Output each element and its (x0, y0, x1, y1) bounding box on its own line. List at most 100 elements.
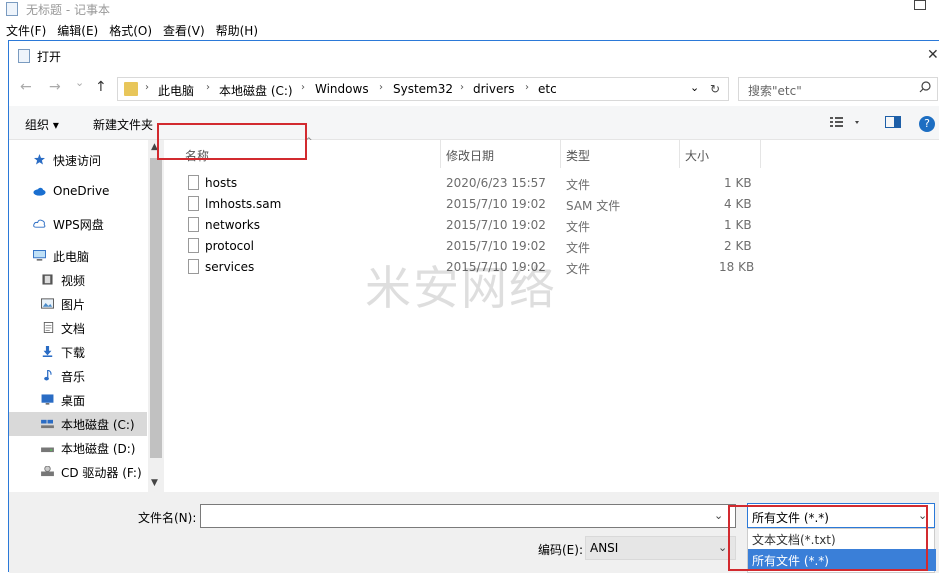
chevron-right-icon: › (301, 82, 305, 93)
file-icon (188, 217, 199, 232)
breadcrumb-this-pc[interactable]: 此电脑 (158, 82, 194, 99)
file-name: protocol (205, 239, 254, 253)
search-box[interactable]: 搜索"etc" (738, 77, 938, 101)
chevron-right-icon: › (206, 82, 210, 93)
sidebar-item-local-disk-d[interactable]: 本地磁盘 (D:) (9, 436, 147, 460)
sidebar-item-this-pc[interactable]: 此电脑 (9, 244, 147, 268)
column-divider[interactable] (679, 140, 680, 168)
close-icon[interactable]: ✕ (927, 47, 939, 63)
file-name: lmhosts.sam (205, 197, 282, 211)
preview-pane-icon[interactable] (885, 115, 901, 132)
file-date: 2020/6/23 15:57 (446, 176, 546, 190)
file-icon (188, 196, 199, 211)
breadcrumb-etc[interactable]: etc (538, 82, 557, 96)
sidebar-item-label: 下载 (61, 346, 86, 360)
view-options-icon[interactable] (829, 115, 863, 132)
address-bar[interactable]: › 此电脑 › 本地磁盘 (C:) › Windows › System32 ›… (117, 77, 729, 101)
file-row-networks[interactable]: networks 2015/7/10 19:02 文件 1 KB (164, 215, 939, 236)
file-size: 4 KB (724, 197, 752, 211)
sidebar-item-quick-access[interactable]: 快速访问 (9, 148, 147, 172)
forward-arrow-icon[interactable]: → (49, 79, 61, 95)
breadcrumb-drivers[interactable]: drivers (473, 82, 515, 96)
sidebar-item-videos[interactable]: 视频 (9, 268, 147, 292)
recent-locations-icon[interactable]: ⌄ (75, 76, 84, 89)
refresh-icon[interactable]: ↻ (710, 82, 720, 96)
breadcrumb-local-disk-c[interactable]: 本地磁盘 (C:) (219, 82, 293, 99)
menu-format[interactable]: 格式(O) (103, 20, 157, 40)
sidebar-item-label: 此电脑 (53, 250, 90, 264)
organize-button[interactable]: 组织 ▾ (25, 116, 59, 133)
sidebar-item-label: 本地磁盘 (D:) (61, 442, 136, 456)
file-size: 18 KB (719, 260, 755, 274)
column-divider[interactable] (560, 140, 561, 168)
notepad-title-bar: 无标题 - 记事本 (0, 0, 939, 20)
encoding-select[interactable]: ANSI ⌄ (585, 536, 736, 560)
star-icon (34, 154, 45, 165)
address-dropdown-icon[interactable]: ⌄ (690, 81, 699, 94)
filename-label: 文件名(N): (138, 511, 197, 525)
file-row-hosts[interactable]: hosts 2020/6/23 15:57 文件 1 KB (164, 173, 939, 194)
desktop-icon (41, 394, 54, 405)
cloud-outline-icon (33, 219, 46, 228)
file-icon (188, 175, 199, 190)
sidebar-item-label: WPS网盘 (53, 218, 104, 232)
up-arrow-icon[interactable]: ↑ (95, 79, 107, 95)
file-date: 2015/7/10 19:02 (446, 239, 546, 253)
menu-edit[interactable]: 编辑(E) (51, 20, 103, 40)
notepad-icon (18, 49, 30, 63)
breadcrumb-system32[interactable]: System32 (393, 82, 453, 96)
download-icon (42, 346, 53, 357)
document-icon (43, 322, 54, 333)
cloud-icon (33, 187, 46, 196)
filename-input[interactable]: ⌄ (200, 504, 736, 528)
breadcrumb-windows[interactable]: Windows (315, 82, 369, 96)
sidebar-item-label: 本地磁盘 (C:) (61, 418, 135, 432)
column-divider[interactable] (760, 140, 761, 168)
chevron-down-icon[interactable]: ⌄ (718, 541, 727, 554)
menu-view[interactable]: 查看(V) (157, 20, 210, 40)
scroll-down-icon[interactable]: ▼ (151, 478, 158, 488)
sidebar-item-label: 桌面 (61, 394, 86, 408)
dialog-title-bar: 打开 ✕ (9, 41, 939, 71)
column-divider[interactable] (440, 140, 441, 168)
chevron-right-icon: › (525, 82, 529, 93)
back-arrow-icon[interactable]: ← (20, 79, 32, 95)
command-toolbar: 组织 ▾ 新建文件夹 ? (9, 106, 939, 140)
drive-icon (41, 447, 54, 453)
sidebar-item-music[interactable]: 音乐 (9, 364, 147, 388)
sidebar-item-wps-drive[interactable]: WPS网盘 (9, 212, 147, 236)
notepad-icon (6, 2, 18, 16)
music-icon (44, 370, 52, 381)
sidebar-item-downloads[interactable]: 下载 (9, 340, 147, 364)
column-header-date[interactable]: 修改日期 (446, 147, 494, 164)
cd-drive-icon (41, 466, 54, 477)
new-folder-button[interactable]: 新建文件夹 (93, 116, 153, 133)
scrollbar-thumb[interactable] (150, 158, 162, 458)
file-name: hosts (205, 176, 238, 190)
chevron-right-icon: › (460, 82, 464, 93)
sidebar-item-documents[interactable]: 文档 (9, 316, 147, 340)
chevron-down-icon[interactable]: ⌄ (714, 509, 723, 522)
navigation-bar: ← → ⌄ ↑ › 此电脑 › 本地磁盘 (C:) › Windows › Sy… (9, 71, 939, 106)
column-header-type[interactable]: 类型 (566, 147, 590, 164)
search-icon[interactable] (919, 81, 931, 96)
maximize-icon[interactable] (914, 0, 926, 10)
notepad-menu-bar: 文件(F) 编辑(E) 格式(O) 查看(V) 帮助(H) (0, 20, 939, 40)
sidebar-item-onedrive[interactable]: OneDrive (9, 180, 147, 204)
sidebar-item-cd-drive-f[interactable]: CD 驱动器 (F:) (9, 460, 147, 484)
video-icon (42, 274, 53, 285)
sidebar-scrollbar[interactable]: ▲ ▼ (148, 140, 164, 492)
file-icon (188, 259, 199, 274)
column-header-size[interactable]: 大小 (685, 147, 709, 164)
menu-help[interactable]: 帮助(H) (210, 20, 263, 40)
help-icon[interactable]: ? (919, 116, 935, 132)
menu-file[interactable]: 文件(F) (0, 20, 51, 40)
sidebar-item-pictures[interactable]: 图片 (9, 292, 147, 316)
sidebar-item-desktop[interactable]: 桌面 (9, 388, 147, 412)
sidebar-item-label: 文档 (61, 322, 86, 336)
file-row-lmhosts[interactable]: lmhosts.sam 2015/7/10 19:02 SAM 文件 4 KB (164, 194, 939, 215)
drive-icon (41, 419, 54, 429)
sidebar-item-local-disk-c[interactable]: 本地磁盘 (C:) (9, 412, 147, 436)
file-name: services (205, 260, 255, 274)
file-size: 2 KB (724, 239, 752, 253)
